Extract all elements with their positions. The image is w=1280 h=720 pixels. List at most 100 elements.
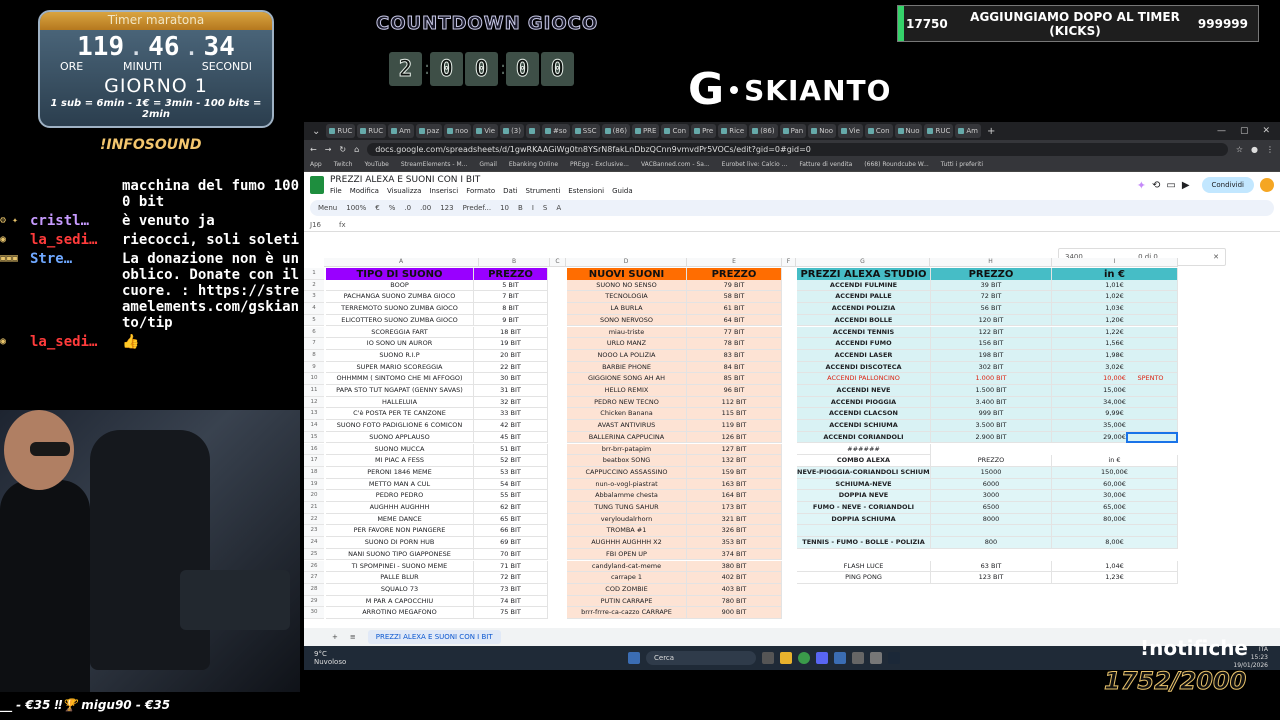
steam-icon[interactable] xyxy=(888,652,900,664)
cell[interactable]: 61 BIT xyxy=(687,303,782,315)
cell[interactable]: PAPA STO TUT NGAPAT (GENNY SAVAS) xyxy=(326,385,474,397)
row-number[interactable]: 24 xyxy=(304,537,324,549)
weather-widget[interactable]: 9°C Nuvoloso xyxy=(304,650,364,666)
cell[interactable]: GIGGIONE SONG AH AH xyxy=(567,373,687,385)
row-number[interactable]: 1 xyxy=(304,268,324,280)
minimize-icon[interactable]: — xyxy=(1217,126,1226,136)
cell[interactable]: 8 BIT xyxy=(474,303,548,315)
cell[interactable]: 119 BIT xyxy=(687,420,782,432)
back-icon[interactable]: ← xyxy=(310,145,317,154)
toolbar-item[interactable]: 123 xyxy=(440,204,453,212)
cell[interactable]: 132 BIT xyxy=(687,455,782,467)
menu-item[interactable]: Guida xyxy=(612,187,633,195)
cell[interactable]: TECNOLOGIA xyxy=(567,291,687,304)
cell[interactable]: TI SPOMPINEI - SUONO MEME xyxy=(326,560,474,573)
cell-ref[interactable]: J16 xyxy=(310,221,321,229)
row-number[interactable]: 15 xyxy=(304,431,324,444)
cell[interactable]: 380 BIT xyxy=(687,560,782,573)
row-number[interactable]: 9 xyxy=(304,361,324,374)
row-number[interactable]: 23 xyxy=(304,525,324,538)
selected-cell[interactable] xyxy=(1126,431,1178,444)
row-number[interactable]: 8 xyxy=(304,349,324,362)
status-cell[interactable]: SPENTO xyxy=(1124,373,1178,385)
row-number[interactable]: 2 xyxy=(304,279,324,292)
browser-tab[interactable]: Con xyxy=(661,124,690,138)
share-button[interactable]: Condividi xyxy=(1201,177,1254,193)
browser-tab[interactable]: Noo xyxy=(808,124,837,138)
cell[interactable]: FBI OPEN UP xyxy=(567,548,687,561)
cell[interactable]: 164 BIT xyxy=(687,490,782,502)
bookmark-item[interactable]: (668) Roundcube W... xyxy=(864,161,929,168)
cell[interactable]: 6000 xyxy=(931,478,1052,491)
cell[interactable]: 321 BIT xyxy=(687,513,782,526)
cell[interactable]: AUGHHH AUGHHH xyxy=(326,502,474,514)
row-number[interactable]: 19 xyxy=(304,478,324,491)
cell[interactable]: 9 BIT xyxy=(474,314,548,327)
cell[interactable]: 115 BIT xyxy=(687,408,782,421)
cell[interactable]: 75 BIT xyxy=(474,607,548,619)
cell[interactable]: URLO MANZ xyxy=(567,338,687,350)
cell[interactable]: PALLE BLUR xyxy=(326,572,474,584)
cell[interactable]: 8,00€ xyxy=(1052,537,1178,549)
new-tab-icon[interactable]: + xyxy=(983,126,999,137)
cell[interactable]: 126 BIT xyxy=(687,431,782,444)
browser-tab[interactable]: Am xyxy=(955,124,981,138)
cell[interactable]: MI PIAC A FESS xyxy=(326,455,474,467)
chrome-icon[interactable] xyxy=(798,652,810,664)
toolbar-item[interactable]: 10 xyxy=(500,204,509,212)
cell[interactable]: 120 BIT xyxy=(931,314,1052,327)
cell[interactable]: 2.900 BIT xyxy=(931,431,1052,444)
row-number[interactable]: 14 xyxy=(304,420,324,432)
sheet-tab-active[interactable]: PREZZI ALEXA E SUONI CON I BIT xyxy=(367,630,501,644)
cell[interactable]: 800 xyxy=(931,537,1052,549)
menu-item[interactable]: Dati xyxy=(503,187,517,195)
meet-icon[interactable]: ▶ xyxy=(1182,180,1190,191)
column-header[interactable]: C xyxy=(550,258,566,267)
row-number[interactable]: 5 xyxy=(304,314,324,327)
browser-tab[interactable]: Vie xyxy=(473,124,499,138)
cell[interactable]: NEVE-PIOGGIA-CORIANDOLI SCHIUMA xyxy=(797,466,931,479)
cell[interactable]: PACHANGA SUONO ZUMBA GIOCO xyxy=(326,291,474,304)
cell[interactable]: ACCENDI BOLLE xyxy=(797,314,931,327)
toolbar-item[interactable]: .0 xyxy=(404,204,411,212)
cell[interactable]: 22 BIT xyxy=(474,361,548,374)
browser-tab[interactable]: (3) xyxy=(500,124,524,138)
cell[interactable]: ACCENDI FULMINE xyxy=(797,279,931,292)
browser-tab[interactable] xyxy=(526,124,540,138)
menu-item[interactable]: Strumenti xyxy=(526,187,561,195)
cell[interactable]: ###### xyxy=(797,443,931,456)
cell[interactable]: COD ZOMBIE xyxy=(567,583,687,596)
cell[interactable]: 1,02€ xyxy=(1052,291,1178,304)
browser-tab[interactable]: Pan xyxy=(779,124,807,138)
chat-username[interactable] xyxy=(30,178,122,210)
cell[interactable]: 66 BIT xyxy=(474,525,548,538)
cell[interactable]: 198 BIT xyxy=(931,349,1052,362)
cell[interactable]: brrr-frrre-ca-cazzo CARRAPE xyxy=(567,607,687,619)
cell[interactable]: 30 BIT xyxy=(474,373,548,385)
cell[interactable]: 18 BIT xyxy=(474,326,548,339)
chat-username[interactable]: la_sedi… xyxy=(30,232,122,248)
menu-dots-icon[interactable]: ⋮ xyxy=(1266,145,1274,154)
cell[interactable]: 15,00€ xyxy=(1052,385,1178,397)
browser-tab[interactable]: (86) xyxy=(749,124,778,138)
cell[interactable]: BARBIE PHONE xyxy=(567,361,687,374)
row-number[interactable]: 29 xyxy=(304,595,324,608)
cell[interactable]: PER FAVORE NON PIANGERE xyxy=(326,525,474,538)
browser-tab[interactable]: PRE xyxy=(631,124,660,138)
cell[interactable]: SUONO NO SENSO xyxy=(567,279,687,292)
cell[interactable]: 54 BIT xyxy=(474,478,548,491)
cell[interactable]: 60,00€ xyxy=(1052,478,1178,491)
toolbar-item[interactable]: % xyxy=(389,204,396,212)
cell[interactable]: ELICOTTERO SUONO ZUMBA GIOCO xyxy=(326,314,474,327)
chat-username[interactable]: Stre… xyxy=(30,251,122,331)
row-number[interactable]: 22 xyxy=(304,513,324,526)
cell[interactable]: 1,23€ xyxy=(1052,572,1178,584)
cell[interactable]: FLASH LUCE xyxy=(797,560,931,573)
cell[interactable]: 42 BIT xyxy=(474,420,548,432)
row-number[interactable]: 26 xyxy=(304,560,324,573)
column-header[interactable]: B xyxy=(479,258,550,267)
bookmark-item[interactable]: YouTube xyxy=(364,161,388,168)
taskbar-search[interactable]: Cerca xyxy=(646,651,756,665)
cell[interactable]: 15000 xyxy=(931,466,1052,479)
start-icon[interactable] xyxy=(628,652,640,664)
